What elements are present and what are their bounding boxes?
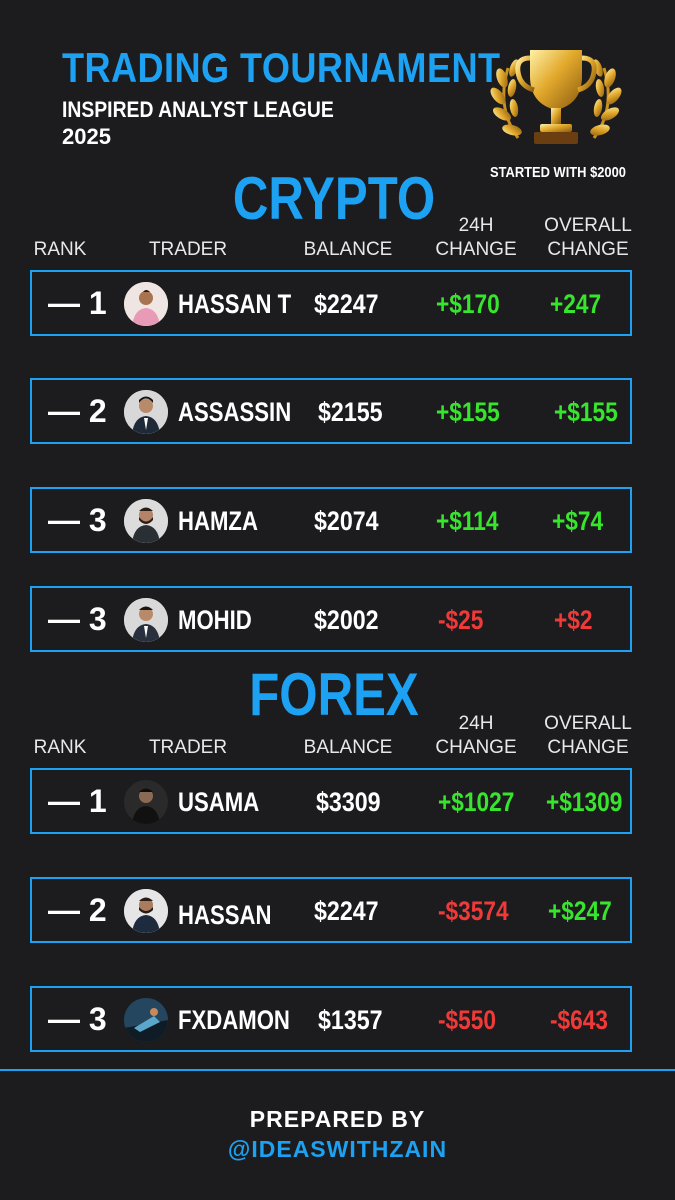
crypto-section-title: CRYPTO [232,165,436,232]
page-title: TRADING TOURNAMENT [62,44,501,91]
rank: — 3 [48,1001,107,1037]
balance: $2155 [318,397,383,427]
trader-name: HAMZA [178,506,258,536]
trader-name: HASSAN T [178,289,292,319]
overall-change: +$1309 [546,787,623,817]
forex-section-title: FOREX [249,661,419,728]
trader-name: USAMA [178,787,260,817]
rank: — 2 [48,393,107,429]
trader-name: HASSAN [178,900,272,930]
avatar [124,889,168,933]
footer-divider [0,1069,675,1071]
overall-change: +$247 [548,896,612,926]
change-24h: +$155 [436,397,500,427]
rank: — 1 [48,783,107,819]
col-24h-line2: CHANGE [435,737,517,758]
balance: $3309 [316,787,381,817]
prepared-by: PREPARED BY [249,1106,426,1132]
overall-change: -$643 [550,1005,609,1035]
col-24h-line2: CHANGE [435,239,517,260]
avatar [124,598,168,642]
crypto-row-2: — 2 ASSASSIN $2155 +$155 +$155 [30,378,632,444]
overall-change: +247 [550,289,602,319]
forex-row-2: — 2 HASSAN $2247 -$3574 +$247 [30,877,632,943]
forex-col-overall: OVERALL CHANGE [536,712,640,760]
rank: — 3 [48,502,107,538]
change-24h: -$25 [438,605,484,635]
rank: — 1 [48,285,107,321]
avatar [124,780,168,824]
crypto-row-3: — 3 HAMZA $2074 +$114 +$74 [30,487,632,553]
change-24h: -$550 [438,1005,497,1035]
col-24h-line1: 24H [458,713,494,734]
crypto-col-overall: OVERALL CHANGE [536,214,640,262]
year: 2025 [62,124,111,149]
balance: $2247 [314,289,379,319]
avatar [124,282,168,326]
crypto-col-24h: 24H CHANGE [428,214,524,262]
overall-change: +$74 [552,506,604,536]
crypto-col-balance: BALANCE [303,239,393,260]
avatar [124,390,168,434]
forex-col-24h: 24H CHANGE [428,712,524,760]
forex-row-3: — 3 FXDAMON $1357 -$550 -$643 [30,986,632,1052]
avatar [124,499,168,543]
crypto-row-4: — 3 MOHID $2002 -$25 +$2 [30,586,632,652]
league-name: INSPIRED ANALYST LEAGUE [62,97,334,122]
crypto-col-rank: RANK [33,239,87,260]
balance: $2247 [314,896,379,926]
change-24h: -$3574 [438,896,509,926]
trader-name: ASSASSIN [178,397,292,427]
change-24h: +$1027 [438,787,515,817]
balance: $1357 [318,1005,383,1035]
change-24h: +$170 [436,289,500,319]
col-overall-line1: OVERALL [544,713,632,734]
col-overall-line2: CHANGE [547,737,629,758]
change-24h: +$114 [436,506,499,536]
col-overall-line2: CHANGE [547,239,629,260]
balance: $2002 [314,605,379,635]
rank: — 3 [48,601,107,637]
overall-change: +$2 [554,605,593,635]
trader-name: MOHID [178,605,252,635]
col-24h-line1: 24H [458,215,494,236]
balance: $2074 [314,506,379,536]
rank: — 2 [48,892,107,928]
avatar [124,998,168,1042]
trader-name: FXDAMON [178,1005,290,1035]
crypto-col-trader: TRADER [148,239,228,260]
trophy-icon [490,38,622,156]
overall-change: +$155 [554,397,618,427]
forex-row-1: — 1 USAMA $3309 +$1027 +$1309 [30,768,632,834]
author-handle[interactable]: @IDEASWITHZAIN [0,1136,675,1163]
crypto-row-1: — 1 HASSAN T $2247 +$170 +247 [30,270,632,336]
forex-col-trader: TRADER [148,737,228,758]
forex-col-balance: BALANCE [303,737,393,758]
col-overall-line1: OVERALL [544,215,632,236]
started-note: STARTED WITH $2000 [490,164,626,181]
forex-col-rank: RANK [33,737,87,758]
